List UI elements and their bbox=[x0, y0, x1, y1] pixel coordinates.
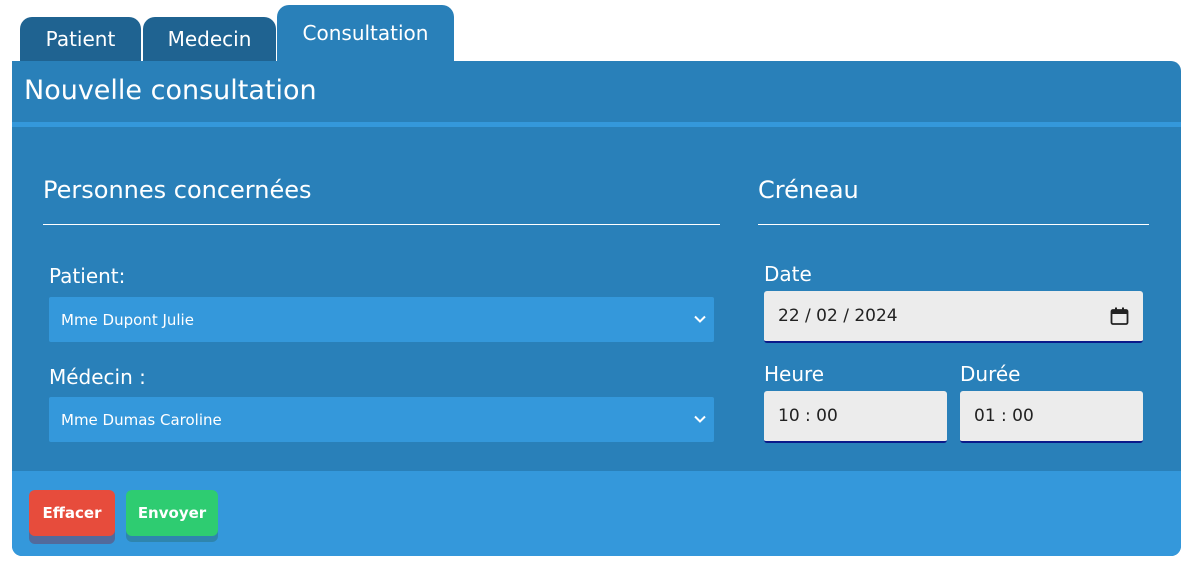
tab-medecin[interactable]: Medecin bbox=[143, 17, 276, 61]
patient-label: Patient: bbox=[49, 264, 126, 288]
tab-medecin-label: Medecin bbox=[167, 27, 252, 51]
persons-heading: Personnes concernées bbox=[43, 176, 312, 204]
heure-input-value: 10 : 00 bbox=[778, 406, 838, 426]
duree-input-value: 01 : 00 bbox=[974, 406, 1034, 426]
slot-heading: Créneau bbox=[758, 176, 859, 204]
slot-divider bbox=[758, 224, 1149, 225]
medecin-select-value: Mme Dumas Caroline bbox=[61, 410, 222, 429]
send-button[interactable]: Envoyer bbox=[126, 490, 218, 536]
tab-patient[interactable]: Patient bbox=[20, 17, 141, 61]
clear-button[interactable]: Effacer bbox=[29, 490, 115, 536]
duree-input[interactable]: 01 : 00 bbox=[960, 391, 1143, 443]
date-input-value: 22 / 02 / 2024 bbox=[778, 306, 898, 326]
calendar-icon[interactable] bbox=[1110, 307, 1129, 326]
tab-consultation[interactable]: Consultation bbox=[277, 5, 454, 61]
consultation-panel: Nouvelle consultation Personnes concerné… bbox=[12, 61, 1181, 556]
chevron-down-icon bbox=[694, 412, 706, 427]
chevron-down-icon bbox=[694, 312, 706, 327]
date-input[interactable]: 22 / 02 / 2024 bbox=[764, 291, 1143, 343]
persons-divider bbox=[43, 224, 720, 225]
medecin-label: Médecin : bbox=[49, 365, 146, 389]
patient-select[interactable]: Mme Dupont Julie bbox=[49, 297, 714, 342]
tab-consultation-label: Consultation bbox=[302, 21, 429, 45]
title-divider bbox=[12, 122, 1181, 127]
tab-bar: Patient Medecin Consultation bbox=[0, 0, 1188, 61]
tab-patient-label: Patient bbox=[45, 27, 116, 51]
date-label: Date bbox=[764, 262, 812, 286]
form-footer: Effacer Envoyer bbox=[12, 471, 1181, 556]
page-title: Nouvelle consultation bbox=[24, 75, 317, 106]
medecin-select[interactable]: Mme Dumas Caroline bbox=[49, 397, 714, 442]
heure-input[interactable]: 10 : 00 bbox=[764, 391, 947, 443]
duree-label: Durée bbox=[960, 362, 1021, 386]
heure-label: Heure bbox=[764, 362, 825, 386]
patient-select-value: Mme Dupont Julie bbox=[61, 310, 194, 329]
